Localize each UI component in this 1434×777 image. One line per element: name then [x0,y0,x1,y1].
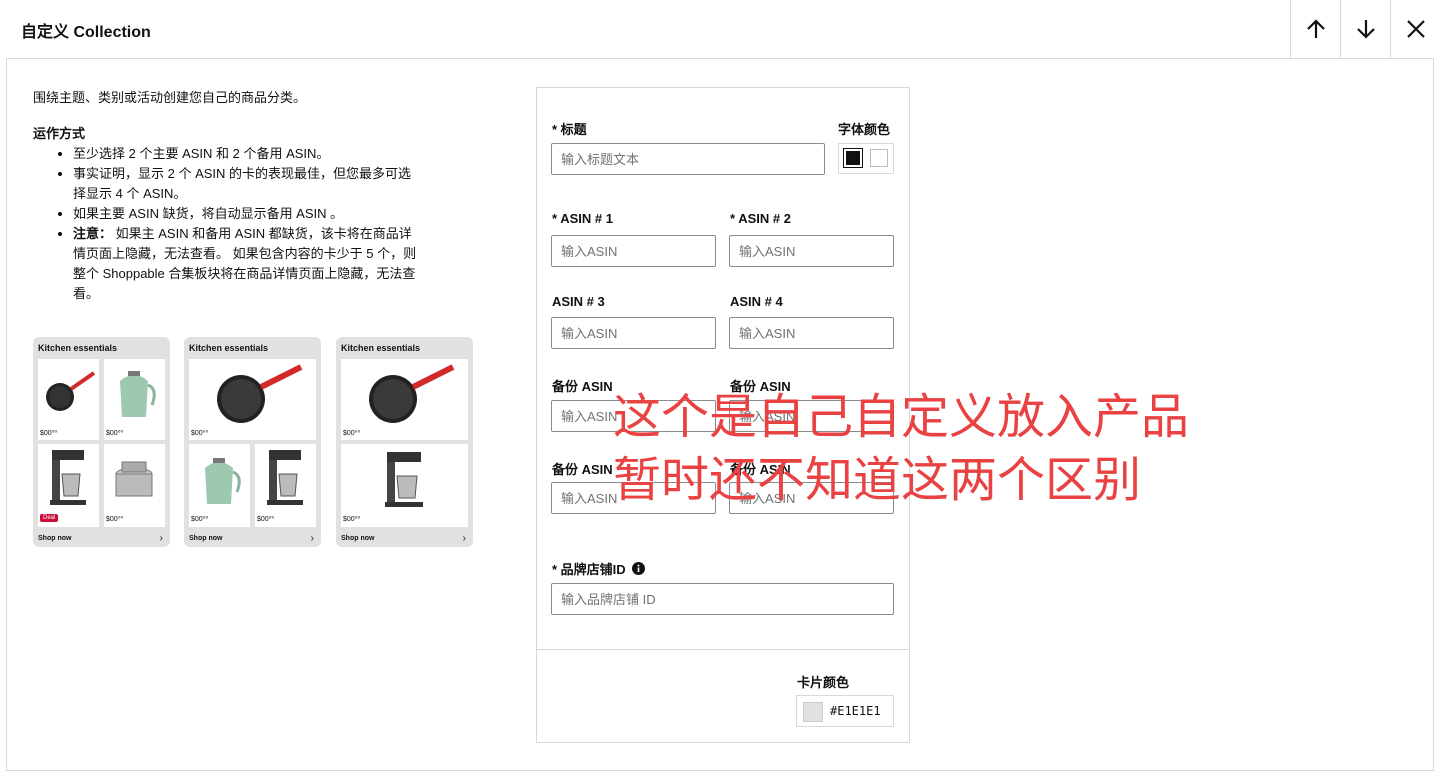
asin2-label: * ASIN # 2 [730,211,791,226]
list-item: 至少选择 2 个主要 ASIN 和 2 个备用 ASIN。 [73,144,423,164]
asin3-input[interactable] [551,317,716,349]
list-item: 事实证明，显示 2 个 ASIN 的卡的表现最佳，但您最多可选择显示 4 个 A… [73,164,423,204]
shop-now-link: Shop now [38,535,72,542]
price: $00⁰⁰ [106,430,124,437]
price: $00⁰⁰ [191,430,209,437]
asin4-input[interactable] [729,317,894,349]
product-cell: Deal [38,444,99,527]
how-it-works-list: 至少选择 2 个主要 ASIN 和 2 个备用 ASIN。 事实证明，显示 2 … [73,144,423,304]
card-color-swatch [803,702,823,722]
title-input[interactable] [551,143,825,175]
font-color-black-swatch[interactable] [843,148,863,168]
card-title: Kitchen essentials [189,343,269,353]
chevron-right-icon: › [310,533,314,544]
font-color-picker [838,143,894,174]
product-cell: $00⁰⁰ [104,444,165,527]
chevron-right-icon: › [462,533,466,544]
asin1-input[interactable] [551,235,716,267]
asin1-label: * ASIN # 1 [552,211,613,226]
close-icon [1406,20,1425,38]
annotation-line-2: 暂时还不知道这两个区别 [613,452,1142,508]
font-color-white-swatch[interactable] [870,149,888,167]
preview-cards: Kitchen essentials $00⁰⁰ $00⁰⁰ Deal $00⁰… [33,337,483,547]
asin3-label: ASIN # 3 [552,294,605,309]
frying-pan-icon [217,364,303,423]
arrow-down-icon [1356,20,1375,39]
coffee-maker-icon [50,450,86,505]
close-button[interactable] [1390,0,1434,58]
move-down-button[interactable] [1340,0,1390,58]
title-label: * 标题 [552,122,587,137]
price: $00⁰⁰ [40,430,58,437]
product-cell: $00⁰⁰ [255,444,316,527]
modal-header: 自定义 Collection [6,0,1434,59]
preview-card-4-asin: Kitchen essentials $00⁰⁰ $00⁰⁰ Deal $00⁰… [33,337,170,547]
product-cell: $00⁰⁰ [104,359,165,440]
kettle-icon [205,458,241,504]
chevron-right-icon: › [159,533,163,544]
card-title: Kitchen essentials [341,343,421,353]
product-cell: $00⁰⁰ [189,444,250,527]
product-cell: $00⁰⁰ [38,359,99,440]
note-text: 如果主 ASIN 和备用 ASIN 都缺货，该卡将在商品详情页面上隐藏，无法查看… [73,226,417,301]
move-up-button[interactable] [1290,0,1340,58]
coffee-maker-icon [385,452,423,507]
how-it-works-heading: 运作方式 [33,126,86,141]
modal-title: 自定义 Collection [21,24,151,41]
shop-now-link: Shop now [341,535,375,542]
price: $00⁰⁰ [106,516,124,523]
card-title: Kitchen essentials [38,343,118,353]
asin2-input[interactable] [729,235,894,267]
instructions: 围绕主题、类别或活动创建您自己的商品分类。 运作方式 至少选择 2 个主要 AS… [33,88,443,304]
product-cell: $00⁰⁰ [341,359,468,440]
backup-asin3-label: 备份 ASIN [552,462,613,477]
kettle-icon [120,371,156,417]
info-icon[interactable] [631,562,645,575]
price: $00⁰⁰ [257,516,275,523]
product-cell: $00⁰⁰ [189,359,316,440]
note-label: 注意： [73,226,113,241]
preview-card-2-asin: Kitchen essentials $00⁰⁰ $00⁰⁰ Shop now … [336,337,473,547]
font-color-label: 字体颜色 [838,122,891,137]
frying-pan-icon [369,364,455,423]
card-color-label: 卡片颜色 [797,675,850,690]
list-item-note: 注意： 如果主 ASIN 和备用 ASIN 都缺货，该卡将在商品详情页面上隐藏，… [73,224,423,304]
divider [537,649,909,650]
list-item: 如果主要 ASIN 缺货，将自动显示备用 ASIN 。 [73,204,423,224]
deal-badge: Deal [40,514,59,522]
card-color-value: #E1E1E1 [830,704,881,718]
annotation-line-1: 这个是自己自定义放入产品 [613,389,1190,445]
store-id-input[interactable] [551,583,894,615]
store-id-label: * 品牌店铺ID [552,562,626,577]
frying-pan-icon [46,371,96,411]
preview-card-3-asin: Kitchen essentials $00⁰⁰ $00⁰⁰ $00⁰⁰ Sho… [184,337,321,547]
product-cell: $00⁰⁰ [341,444,468,527]
price: $00⁰⁰ [343,516,361,523]
intro-text: 围绕主题、类别或活动创建您自己的商品分类。 [33,90,307,105]
price: $00⁰⁰ [191,516,209,523]
card-color-picker[interactable]: #E1E1E1 [796,695,894,727]
shop-now-link: Shop now [189,535,223,542]
arrow-up-icon [1306,19,1325,38]
asin4-label: ASIN # 4 [730,294,783,309]
coffee-maker-icon [267,450,303,505]
cookware-set-icon [115,461,153,497]
price: $00⁰⁰ [343,430,361,437]
store-id-label-row: * 品牌店铺ID [552,559,645,578]
backup-asin1-label: 备份 ASIN [552,379,613,394]
